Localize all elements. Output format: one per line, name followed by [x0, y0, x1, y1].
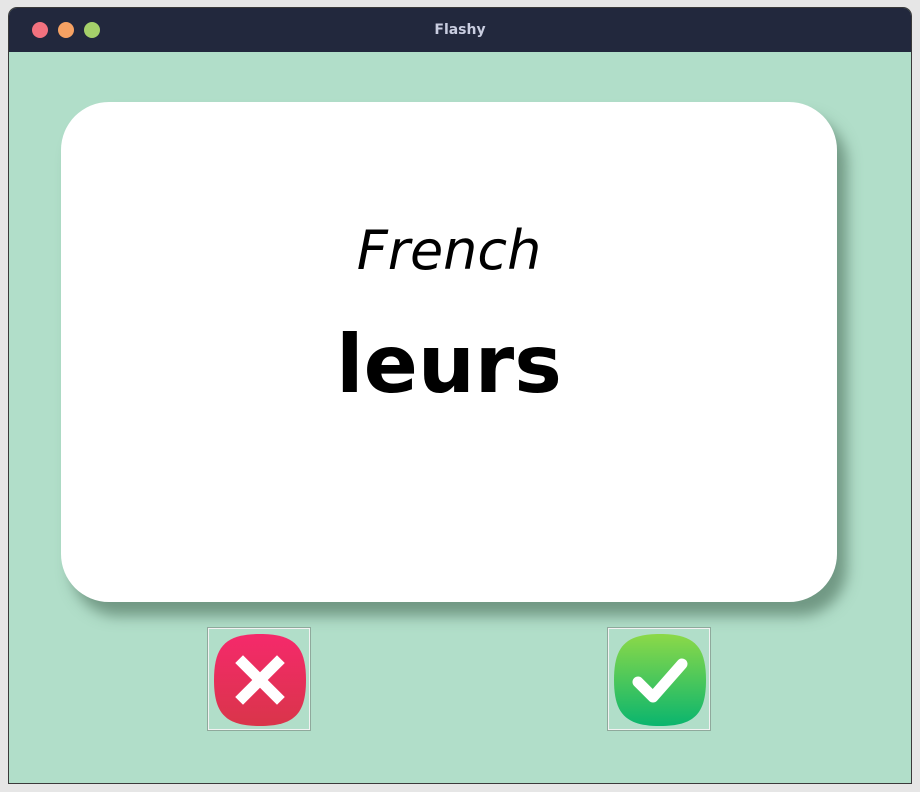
- flash-card: French leurs: [61, 102, 837, 602]
- title-bar: Flashy: [9, 8, 911, 52]
- wrong-button[interactable]: [207, 627, 311, 731]
- check-icon: [614, 634, 706, 726]
- cross-icon: [214, 634, 306, 726]
- right-button[interactable]: [607, 627, 711, 731]
- window-title: Flashy: [434, 22, 486, 38]
- app-window: Flashy French leurs: [9, 8, 911, 783]
- card-word: leurs: [336, 318, 562, 411]
- main-canvas: French leurs: [9, 52, 911, 783]
- card-language-label: French: [356, 219, 542, 282]
